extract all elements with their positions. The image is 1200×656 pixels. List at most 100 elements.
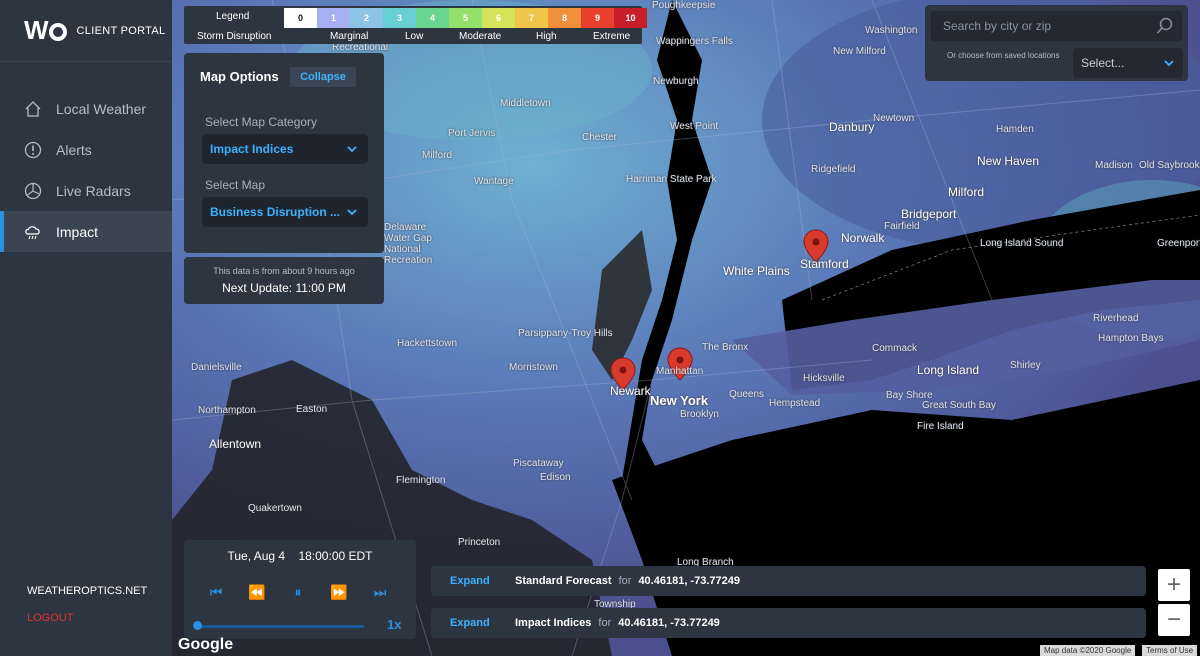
map-label: Greenport bbox=[1157, 238, 1200, 249]
category-label: Select Map Category bbox=[205, 115, 318, 129]
sidebar-nav: Local Weather Alerts Live Radars Impact bbox=[0, 88, 172, 252]
forecast-bar-for: for bbox=[618, 575, 632, 587]
search-panel: Search by city or zip Or choose from sav… bbox=[925, 5, 1188, 81]
map-label: Parsippany-Troy Hills bbox=[518, 328, 613, 339]
sidebar-item-local-weather[interactable]: Local Weather bbox=[0, 88, 172, 129]
map-label: Hackettstown bbox=[397, 338, 458, 349]
collapse-button[interactable]: Collapse bbox=[290, 67, 356, 87]
map-label: Princeton bbox=[458, 537, 501, 548]
chevron-down-icon bbox=[347, 209, 357, 216]
map-data-attribution[interactable]: Map data ©2020 Google bbox=[1040, 645, 1136, 656]
terms-of-use-link[interactable]: Terms of Use bbox=[1142, 645, 1198, 656]
map-label: White Plains bbox=[723, 264, 790, 278]
sidebar-item-alerts[interactable]: Alerts bbox=[0, 129, 172, 170]
timeline-handle[interactable] bbox=[193, 621, 202, 630]
saved-locations-select[interactable]: Select... bbox=[1073, 48, 1183, 78]
forecast-bar-for: for bbox=[598, 617, 612, 629]
legend-cell: 0 bbox=[284, 8, 317, 28]
map-select-label: Select Map bbox=[205, 178, 266, 192]
search-placeholder: Search by city or zip bbox=[943, 19, 1052, 33]
map-label: Middletown bbox=[500, 98, 551, 109]
timeline-track[interactable] bbox=[196, 625, 364, 628]
map-label: Chester bbox=[582, 132, 618, 143]
expand-button[interactable]: Expand bbox=[450, 575, 515, 587]
map-label: Hempstead bbox=[769, 398, 821, 409]
map-label: Harriman State Park bbox=[626, 174, 717, 185]
map-label: Newburgh bbox=[653, 76, 699, 87]
legend-cell: 7 bbox=[515, 8, 548, 28]
legend-cell: 4 bbox=[416, 8, 449, 28]
map-label: Great South Bay bbox=[922, 400, 996, 411]
map-label: West Point bbox=[670, 121, 719, 132]
legend-cell: 1 bbox=[317, 8, 350, 28]
playback-time: 18:00:00 EDT bbox=[298, 549, 373, 563]
map-label: Delaware Water Gap National Recreation bbox=[384, 222, 433, 266]
map-options-title: Map Options bbox=[200, 69, 279, 84]
search-icon[interactable] bbox=[1156, 17, 1174, 35]
map-label: New Milford bbox=[833, 46, 886, 57]
expand-button[interactable]: Expand bbox=[450, 617, 515, 629]
map-label: Long Island Sound bbox=[980, 238, 1064, 249]
map-label: Wappingers Falls bbox=[656, 36, 733, 47]
map-label: Hampton Bays bbox=[1098, 333, 1164, 344]
sidebar-item-label: Local Weather bbox=[56, 100, 147, 117]
data-age-text: This data is from about 9 hours ago bbox=[213, 266, 355, 276]
legend-level-label: Low bbox=[405, 31, 424, 42]
legend-title: Legend bbox=[216, 11, 250, 22]
map-label: Newark bbox=[610, 384, 651, 398]
legend-cell: 8 bbox=[548, 8, 581, 28]
legend-scale: 0 1 2 3 4 5 6 7 8 9 10 bbox=[284, 8, 647, 28]
home-icon bbox=[24, 100, 42, 118]
map-label: Queens bbox=[729, 389, 765, 400]
chevron-down-icon bbox=[1164, 60, 1174, 67]
map-label: Poughkeepsie bbox=[652, 0, 716, 11]
sidebar-item-label: Live Radars bbox=[56, 182, 131, 199]
map-label: Port Jervis bbox=[448, 128, 496, 139]
saved-locations-label: Or choose from saved locations bbox=[947, 51, 1060, 60]
sidebar-item-live-radars[interactable]: Live Radars bbox=[0, 170, 172, 211]
map-label: Madison bbox=[1095, 160, 1133, 171]
brand[interactable]: W CLIENT PORTAL bbox=[0, 0, 172, 62]
zoom-in-button[interactable]: + bbox=[1158, 569, 1190, 601]
logout-link[interactable]: LOGOUT bbox=[27, 612, 73, 624]
map-label: Danielsville bbox=[191, 362, 242, 373]
zoom-out-button[interactable]: − bbox=[1158, 604, 1190, 636]
brand-subtitle: CLIENT PORTAL bbox=[76, 24, 166, 37]
map-select-value: Business Disruption ... bbox=[210, 205, 341, 219]
map-label: Flemington bbox=[396, 475, 446, 486]
playback-speed[interactable]: 1x bbox=[387, 617, 401, 632]
map-label: Ridgefield bbox=[811, 164, 856, 175]
map-label: Morristown bbox=[509, 362, 558, 373]
map-label: Long Island bbox=[917, 363, 980, 377]
forecast-bar-coords: 40.46181, -73.77249 bbox=[618, 617, 720, 629]
map-label: Hamden bbox=[996, 124, 1034, 135]
fast-forward-icon[interactable]: ⏩ bbox=[330, 584, 347, 601]
map-label: Commack bbox=[872, 343, 918, 354]
skip-back-icon[interactable]: ⏮ bbox=[208, 584, 224, 601]
legend-level-label: Moderate bbox=[459, 31, 502, 42]
legend-level-label: Extreme bbox=[593, 31, 631, 42]
map-label: Riverhead bbox=[1093, 313, 1139, 324]
site-link[interactable]: WEATHEROPTICS.NET bbox=[27, 585, 147, 597]
map-label: Norwalk bbox=[841, 231, 885, 245]
map-label: Piscataway bbox=[513, 458, 564, 469]
saved-locations-value: Select... bbox=[1081, 56, 1125, 70]
map-label: Danbury bbox=[829, 120, 875, 134]
map-label: Manhattan bbox=[656, 366, 704, 377]
map-label: Fire Island bbox=[917, 421, 964, 432]
radar-icon bbox=[24, 182, 42, 200]
search-input[interactable]: Search by city or zip bbox=[931, 11, 1182, 41]
forecast-bar-coords: 40.46181, -73.77249 bbox=[638, 575, 740, 587]
map-select[interactable]: Business Disruption ... bbox=[202, 197, 368, 227]
map-label: Quakertown bbox=[248, 503, 302, 514]
skip-forward-icon[interactable]: ⏭ bbox=[372, 584, 388, 601]
rewind-icon[interactable]: ⏪ bbox=[248, 584, 265, 601]
map-label: The Bronx bbox=[702, 342, 749, 353]
map-label: New York bbox=[650, 393, 709, 408]
map-label: New Haven bbox=[977, 154, 1040, 168]
sidebar-item-impact[interactable]: Impact bbox=[0, 211, 172, 252]
map-label: Milford bbox=[422, 150, 453, 161]
category-select[interactable]: Impact Indices bbox=[202, 134, 368, 164]
pause-icon[interactable]: ⏸ bbox=[290, 584, 306, 601]
map-label: Milford bbox=[948, 185, 985, 199]
